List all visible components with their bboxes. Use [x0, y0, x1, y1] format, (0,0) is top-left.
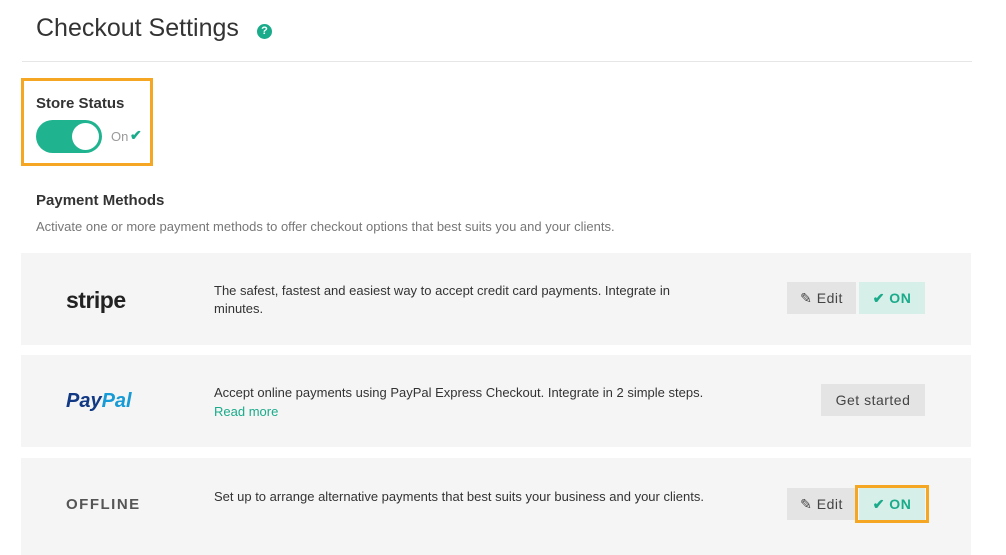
- offline-logo: OFFLINE: [66, 496, 141, 513]
- offline-on-highlight: ✔ ON: [855, 485, 929, 523]
- payment-method-stripe: stripe The safest, fastest and easiest w…: [21, 253, 971, 345]
- store-status-panel: Store Status On ✔: [21, 78, 153, 166]
- toggle-knob: [72, 123, 99, 150]
- page-title: Checkout Settings: [36, 14, 239, 42]
- paypal-description: Accept online payments using PayPal Expr…: [214, 385, 704, 400]
- payment-method-paypal: PayPal Accept online payments using PayP…: [21, 355, 971, 447]
- payment-methods-description: Activate one or more payment methods to …: [36, 219, 615, 234]
- stripe-description: The safest, fastest and easiest way to a…: [214, 283, 670, 316]
- stripe-logo: stripe: [66, 287, 126, 313]
- header-divider: [22, 61, 972, 62]
- offline-edit-button[interactable]: ✎ Edit: [787, 488, 856, 520]
- offline-description: Set up to arrange alternative payments t…: [214, 489, 704, 504]
- paypal-logo-pal: Pal: [101, 390, 132, 412]
- stripe-edit-button[interactable]: ✎ Edit: [787, 282, 856, 314]
- payment-methods-title: Payment Methods: [36, 192, 165, 209]
- help-icon[interactable]: ?: [257, 24, 272, 39]
- paypal-logo-pay: Pay: [66, 390, 102, 412]
- store-status-label: Store Status: [36, 95, 125, 112]
- paypal-logo: PayPal: [66, 390, 132, 413]
- offline-on-toggle-button[interactable]: ✔ ON: [859, 488, 925, 520]
- stripe-on-toggle-button[interactable]: ✔ ON: [859, 282, 925, 314]
- paypal-read-more-link[interactable]: Read more: [214, 404, 278, 419]
- store-status-toggle[interactable]: [36, 120, 102, 153]
- store-status-state: On: [111, 129, 129, 144]
- paypal-get-started-button[interactable]: Get started: [821, 384, 925, 416]
- check-icon: ✔: [130, 127, 142, 143]
- payment-method-offline: OFFLINE Set up to arrange alternative pa…: [21, 458, 971, 555]
